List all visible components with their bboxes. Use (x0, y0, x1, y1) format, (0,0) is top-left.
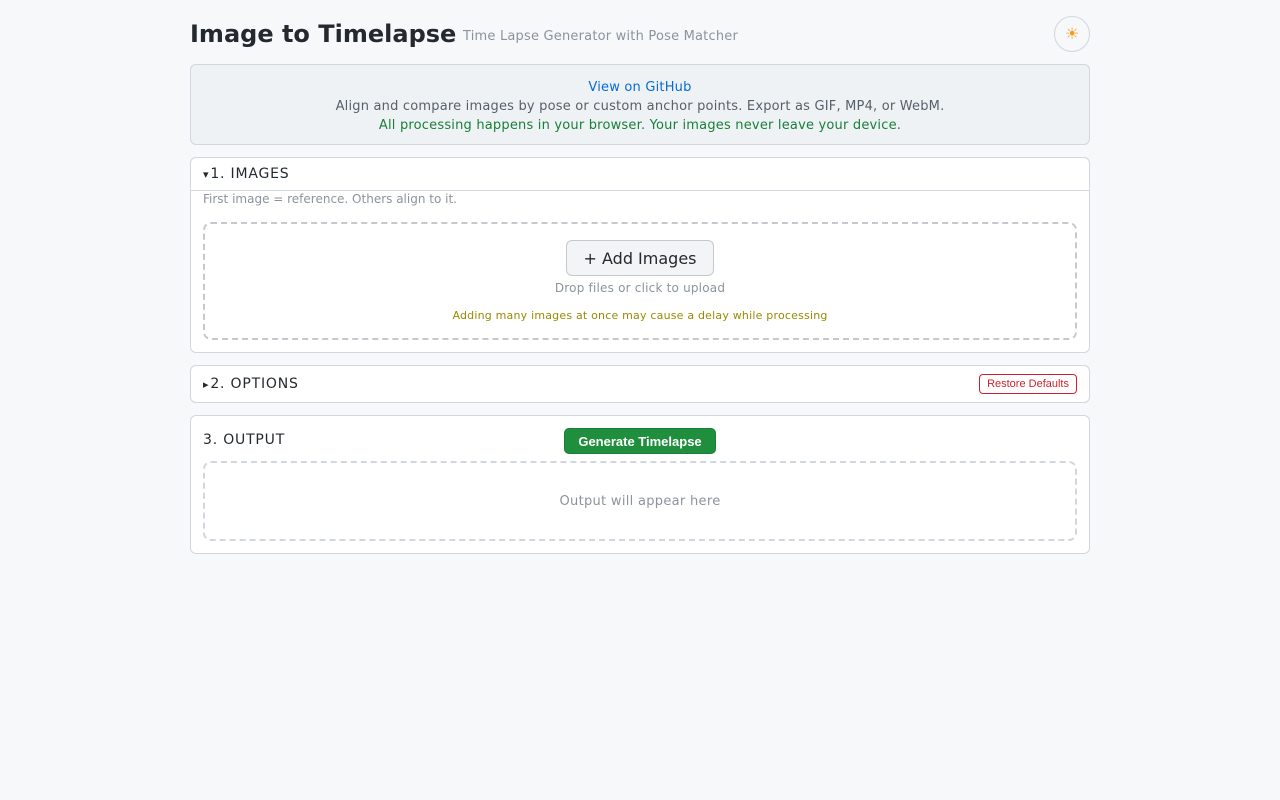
output-area: Output will appear here (203, 461, 1077, 541)
app-description: Align and compare images by pose or cust… (335, 99, 945, 114)
images-hint: First image = reference. Others align to… (203, 192, 457, 206)
image-dropzone[interactable]: + Add Images Drop files or click to uplo… (203, 222, 1077, 340)
delay-warning: Adding many images at once may cause a d… (452, 309, 828, 322)
privacy-notice: All processing happens in your browser. … (378, 118, 902, 133)
output-section-title: 3. OUTPUT (203, 432, 286, 448)
generate-timelapse-button[interactable]: Generate Timelapse (564, 428, 716, 454)
output-section: 3. OUTPUT Generate Timelapse Output will… (190, 415, 1090, 554)
images-section: ▾ 1. IMAGES First image = reference. Oth… (190, 157, 1090, 353)
images-section-title: 1. IMAGES (210, 166, 290, 182)
app-subtitle: Time Lapse Generator with Pose Matcher (463, 29, 739, 44)
app-header: Image to Timelapse Time Lapse Generator … (190, 0, 1090, 64)
output-placeholder: Output will appear here (559, 493, 721, 509)
caret-right-icon: ▸ (203, 377, 210, 391)
add-images-button[interactable]: + Add Images (566, 240, 714, 276)
info-banner: View on GitHub Align and compare images … (190, 64, 1090, 145)
theme-toggle-button[interactable]: ☀ (1054, 16, 1090, 52)
github-link[interactable]: View on GitHub (588, 80, 691, 95)
app-container: Image to Timelapse Time Lapse Generator … (190, 0, 1090, 554)
app-title: Image to Timelapse (190, 20, 457, 48)
sun-icon: ☀ (1064, 26, 1080, 43)
options-section: ▸ 2. OPTIONS Restore Defaults (190, 365, 1090, 403)
drop-hint: Drop files or click to upload (554, 281, 726, 295)
options-section-header[interactable]: ▸ 2. OPTIONS (191, 366, 1089, 402)
restore-defaults-button[interactable]: Restore Defaults (979, 374, 1077, 394)
images-section-header[interactable]: ▾ 1. IMAGES (191, 158, 1089, 191)
options-section-title: 2. OPTIONS (210, 376, 299, 392)
caret-down-icon: ▾ (203, 167, 210, 181)
